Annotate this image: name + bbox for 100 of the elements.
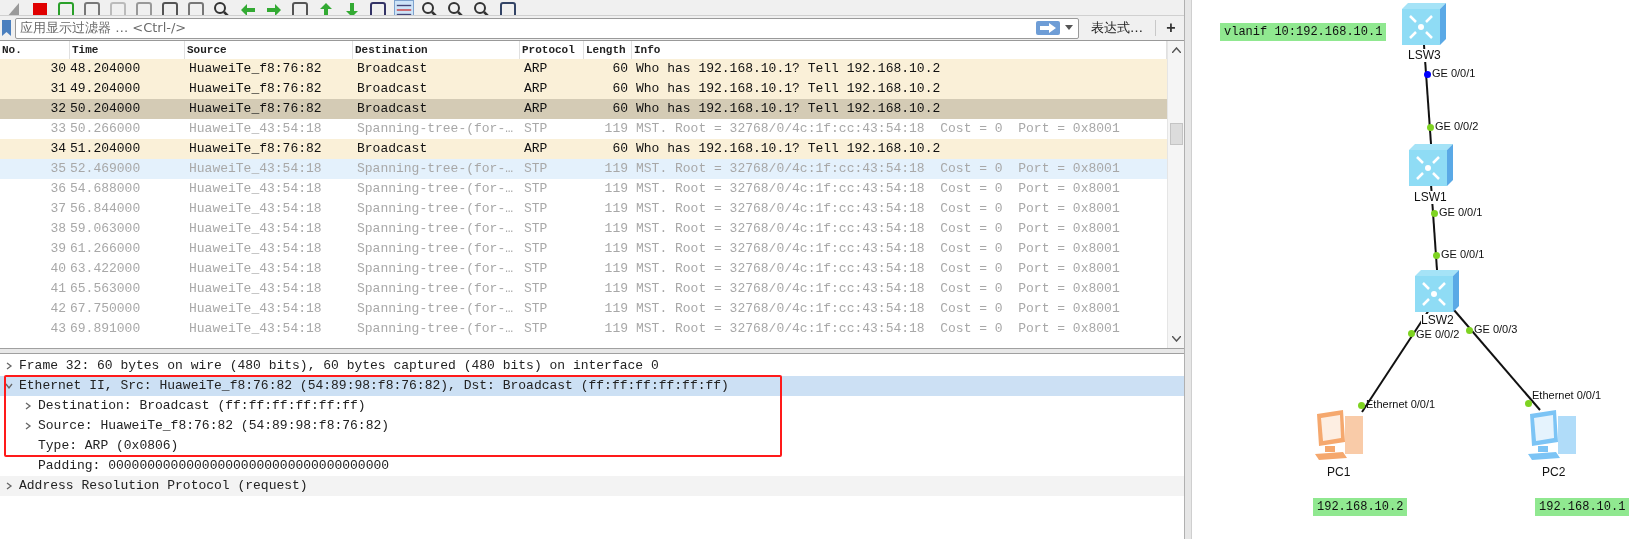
table-cell-text: 40 xyxy=(49,260,67,279)
table-cell-text: Spanning-tree-(for-… xyxy=(356,260,515,279)
table-cell-text: 61.266000 xyxy=(70,240,142,259)
chevron-down-icon[interactable] xyxy=(5,382,13,390)
ip-label[interactable]: vlanif 10:192.168.10.1 xyxy=(1220,23,1387,41)
switch-icon[interactable] xyxy=(1415,270,1459,312)
table-cell-text: MST. Root = 32768/0/4c:1f:cc:43:54:18 Cost = 0 Port = 0x8001 xyxy=(635,320,1121,339)
scrollbar[interactable] xyxy=(1167,41,1184,348)
tree-text: Ethernet II, Src: HuaweiTe_f8:76:82 (54:89:98:f8:76:82), Dst: Broadcast (ff:ff:ff:ff:ff:ff) xyxy=(19,377,729,396)
table-cell-text: 32 xyxy=(49,100,67,119)
table-cell-text: 31 xyxy=(49,80,67,99)
table-cell-text: 119 xyxy=(603,260,629,279)
table-cell-text: Who has 192.168.10.1? Tell 192.168.10.2 xyxy=(635,60,942,79)
table-cell-text: 119 xyxy=(603,180,629,199)
table-cell-text: Broadcast xyxy=(356,140,429,159)
tree-row[interactable]: Frame 32: 60 bytes on wire (480 bits), 60 bytes captured (480 bits) on interface 0 xyxy=(0,356,1184,376)
port-label: GE 0/0/1 xyxy=(1439,206,1483,219)
table-cell-text: 30 xyxy=(49,60,67,79)
table-cell-text: MST. Root = 32768/0/4c:1f:cc:43:54:18 Cost = 0 Port = 0x8001 xyxy=(635,160,1121,179)
table-cell-text: 119 xyxy=(603,220,629,239)
tree-text: Address Resolution Protocol (request) xyxy=(19,477,308,496)
tree-row[interactable]: Source: HuaweiTe_f8:76:82 (54:89:98:f8:76:82) xyxy=(0,416,1184,436)
table-cell-text: 69.891000 xyxy=(70,320,142,339)
chevron-right-icon[interactable] xyxy=(24,422,32,430)
table-cell-text: 38 xyxy=(49,220,67,239)
ip-label[interactable]: 192.168.10.2 xyxy=(1313,498,1408,516)
table-cell-text: 36 xyxy=(49,180,67,199)
table-cell-text: MST. Root = 32768/0/4c:1f:cc:43:54:18 Cost = 0 Port = 0x8001 xyxy=(635,300,1121,319)
table-cell-text: MST. Root = 32768/0/4c:1f:cc:43:54:18 Cost = 0 Port = 0x8001 xyxy=(635,260,1121,279)
table-cell-text: HuaweiTe_43:54:18 xyxy=(188,120,323,139)
table-cell-text: STP xyxy=(523,260,549,279)
device-label: PC1 xyxy=(1327,466,1351,479)
chevron-right-icon[interactable] xyxy=(5,482,13,490)
chevron-right-icon[interactable] xyxy=(5,362,13,370)
table-cell-text: 56.844000 xyxy=(70,200,142,219)
table-cell-text: Spanning-tree-(for-… xyxy=(356,320,515,339)
table-cell-text: 51.204000 xyxy=(70,140,142,159)
table-cell-text: HuaweiTe_f8:76:82 xyxy=(188,80,323,99)
packet-row[interactable]: 34 51.204000 HuaweiTe_f8:76:82 Broadcast ARP 60 Who has 192.168.10.1? Tell 192.168.10.2 xyxy=(0,139,1167,159)
table-cell-text: Broadcast xyxy=(356,60,429,79)
device-label: LSW2 xyxy=(1421,314,1454,327)
port-label: Ethernet 0/0/1 xyxy=(1366,398,1436,411)
switch-icon[interactable] xyxy=(1402,3,1446,45)
add-button[interactable]: + xyxy=(1160,16,1182,40)
table-cell-text: 48.204000 xyxy=(70,60,142,79)
table-cell-text: Who has 192.168.10.1? Tell 192.168.10.2 xyxy=(635,100,942,119)
table-cell-text: Who has 192.168.10.1? Tell 192.168.10.2 xyxy=(635,80,942,99)
tree-row[interactable]: Address Resolution Protocol (request) xyxy=(0,476,1184,496)
tree-row[interactable]: Padding: 000000000000000000000000000000000000 xyxy=(0,456,1184,476)
table-cell-text: 119 xyxy=(603,300,629,319)
table-cell-text: 37 xyxy=(49,200,67,219)
packet-row[interactable]: 30 48.204000 HuaweiTe_f8:76:82 Broadcast ARP 60 Who has 192.168.10.1? Tell 192.168.10.2 xyxy=(0,59,1167,79)
table-cell-text: Spanning-tree-(for-… xyxy=(356,240,515,259)
stop-icon[interactable] xyxy=(30,0,50,15)
device-label: PC2 xyxy=(1542,466,1566,479)
table-cell-text: HuaweiTe_43:54:18 xyxy=(188,160,323,179)
tree-row[interactable]: Destination: Broadcast (ff:ff:ff:ff:ff:ff) xyxy=(0,396,1184,416)
table-cell-text: MST. Root = 32768/0/4c:1f:cc:43:54:18 Cost = 0 Port = 0x8001 xyxy=(635,200,1121,219)
up-caret-icon[interactable] xyxy=(1171,47,1181,53)
down-caret-icon[interactable] xyxy=(1171,336,1181,342)
table-cell-text: 63.422000 xyxy=(70,260,142,279)
table-cell-text: STP xyxy=(523,280,549,299)
colorize-icon[interactable] xyxy=(394,0,414,15)
device-label: LSW3 xyxy=(1408,49,1441,62)
tree-row[interactable]: Type: ARP (0x0806) xyxy=(0,436,1184,456)
bookmark-icon[interactable] xyxy=(2,20,11,36)
table-cell-text: STP xyxy=(523,120,549,139)
table-cell-text: 59.063000 xyxy=(70,220,142,239)
expression-button[interactable]: 表达式… xyxy=(1083,18,1151,38)
table-cell-text: 50.204000 xyxy=(70,100,142,119)
caret-icon[interactable] xyxy=(1064,25,1074,31)
table-cell-text: Spanning-tree-(for-… xyxy=(356,120,515,139)
table-cell-text: Spanning-tree-(for-… xyxy=(356,220,515,239)
table-cell-text: HuaweiTe_43:54:18 xyxy=(188,280,323,299)
table-cell-text: 60 xyxy=(611,140,629,159)
packet-row[interactable]: 32 50.204000 HuaweiTe_f8:76:82 Broadcast ARP 60 Who has 192.168.10.1? Tell 192.168.10.2 xyxy=(0,99,1167,119)
splitter-handle[interactable] xyxy=(1185,0,1192,539)
table-cell-text: HuaweiTe_43:54:18 xyxy=(188,300,323,319)
table-cell-text: HuaweiTe_43:54:18 xyxy=(188,260,323,279)
table-cell-text: MST. Root = 32768/0/4c:1f:cc:43:54:18 Cost = 0 Port = 0x8001 xyxy=(635,240,1121,259)
table-cell-text: 60 xyxy=(611,80,629,99)
packet-row[interactable]: 31 49.204000 HuaweiTe_f8:76:82 Broadcast ARP 60 Who has 192.168.10.1? Tell 192.168.10.2 xyxy=(0,79,1167,99)
table-cell-text: 41 xyxy=(49,280,67,299)
table-cell-text: 42 xyxy=(49,300,67,319)
table-cell-text: STP xyxy=(523,180,549,199)
table-cell-text: 35 xyxy=(49,160,67,179)
table-cell-text: STP xyxy=(523,240,549,259)
port-label: GE 0/0/3 xyxy=(1474,323,1518,336)
tree-row[interactable]: Ethernet II, Src: HuaweiTe_f8:76:82 (54:89:98:f8:76:82), Dst: Broadcast (ff:ff:ff:ff:ff:ff) xyxy=(0,376,1184,396)
chevron-right-icon[interactable] xyxy=(24,402,32,410)
table-cell-text: HuaweiTe_f8:76:82 xyxy=(188,100,323,119)
table-cell-text: MST. Root = 32768/0/4c:1f:cc:43:54:18 Cost = 0 Port = 0x8001 xyxy=(635,220,1121,239)
table-cell-text: ARP xyxy=(523,100,549,119)
port-label: Ethernet 0/0/1 xyxy=(1532,389,1602,402)
switch-icon[interactable] xyxy=(1409,144,1453,186)
table-cell-text: 119 xyxy=(603,200,629,219)
table-cell-text: Broadcast xyxy=(356,80,429,99)
scrollbar-thumb[interactable] xyxy=(1169,123,1183,145)
table-cell-text: HuaweiTe_f8:76:82 xyxy=(188,60,323,79)
ip-label[interactable]: 192.168.10.1 xyxy=(1535,498,1630,516)
